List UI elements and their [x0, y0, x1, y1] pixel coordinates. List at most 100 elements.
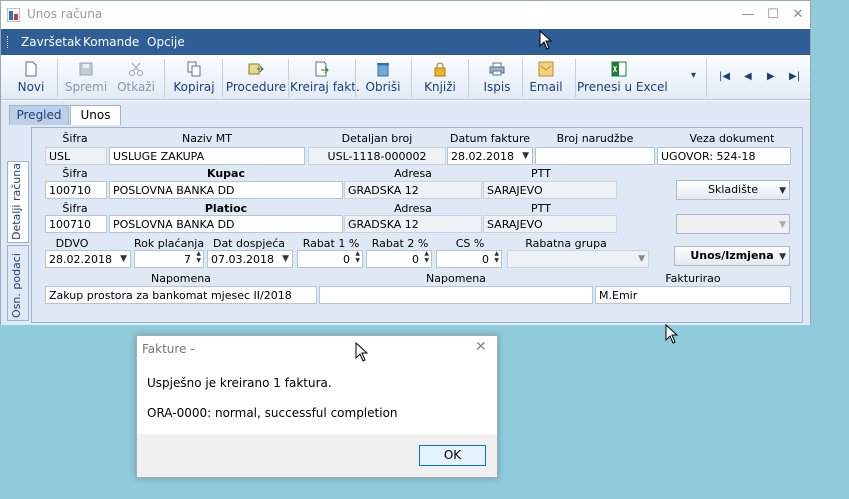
main-window: Unos računa — ☐ ✕ Završetak Komande Opci…	[0, 0, 811, 325]
platioc-adresa-label: Adresa	[394, 202, 432, 215]
mouse-cursor-icon	[539, 30, 553, 50]
previous-record-button[interactable]: ◀	[744, 71, 752, 82]
dropdown-arrow-icon[interactable]: ▼	[282, 252, 289, 267]
detaljan-broj-field[interactable]: USL-1118-000002	[308, 147, 446, 165]
mouse-cursor-icon	[355, 342, 369, 362]
export-excel-button[interactable]: Prenesi u Excel	[577, 59, 668, 97]
email-button[interactable]: Email	[526, 59, 566, 97]
create-invoice-icon	[315, 61, 329, 77]
menu-komande[interactable]: Komande	[83, 35, 139, 49]
rabatna-grupa-label: Rabatna grupa	[525, 237, 607, 250]
sifra-mt-field[interactable]: USL	[45, 147, 107, 165]
kupac-ptt-field[interactable]: SARAJEVO	[483, 181, 617, 199]
tab-detalji-racuna[interactable]: Detalji računa	[7, 161, 29, 243]
title-bar[interactable]: Unos računa — ☐ ✕	[1, 1, 810, 29]
ddvo-field[interactable]: 28.02.2018 ▼	[45, 250, 131, 268]
tab-osn-podaci[interactable]: Osn. podaci	[7, 245, 29, 321]
datum-fakture-field[interactable]: 28.02.2018 ▼	[447, 147, 533, 165]
cancel-button[interactable]: Otkaži	[113, 59, 159, 97]
dialog-close-button[interactable]: ✕	[475, 339, 487, 355]
kupac-adresa-label: Adresa	[394, 167, 432, 180]
toolbar-overflow-button[interactable]: ▾	[691, 70, 696, 81]
dat-dospjeca-field[interactable]: 07.03.2018 ▼	[207, 250, 293, 268]
broj-narudzbe-label: Broj narudžbe	[556, 132, 634, 145]
minimize-button[interactable]: —	[736, 5, 760, 25]
toolbar: Novi Spremi Otkaži Kopiraj Procedure Kre…	[1, 56, 810, 100]
skladiste-dropdown[interactable]: Skladište ▼	[676, 180, 790, 200]
new-button[interactable]: Novi	[11, 59, 51, 97]
platioc-ptt-field[interactable]: SARAJEVO	[483, 215, 617, 233]
copy-button[interactable]: Kopiraj	[171, 59, 217, 97]
rok-placanja-stepper[interactable]: 7 ▲ ▼	[134, 250, 204, 268]
dialog-button-area: OK	[137, 434, 497, 477]
toolbar-separator	[522, 59, 523, 97]
kupac-title: Kupac	[207, 167, 245, 180]
last-record-button[interactable]: ▶|	[789, 71, 800, 82]
next-record-button[interactable]: ▶	[767, 71, 775, 82]
first-record-button[interactable]: |◀	[719, 71, 730, 82]
tab-unos[interactable]: Unos	[70, 105, 121, 125]
spin-arrows-icon[interactable]: ▲ ▼	[196, 251, 201, 264]
platioc-title: Platioc	[204, 202, 248, 215]
toolbar-separator	[222, 59, 223, 97]
toolbar-separator	[706, 59, 707, 97]
platioc-adresa-field[interactable]: GRADSKA 12	[344, 215, 482, 233]
spin-arrows-icon[interactable]: ▲ ▼	[355, 251, 360, 264]
spin-arrows-icon[interactable]: ▲ ▼	[494, 251, 499, 264]
procedure-button[interactable]: Procedure	[225, 59, 287, 97]
fakturirao-label: Fakturirao	[665, 272, 721, 285]
fakturirao-field[interactable]: M.Emir	[595, 286, 791, 304]
maximize-button[interactable]: ☐	[761, 5, 785, 25]
post-button[interactable]: Knjiži	[419, 59, 461, 97]
print-button[interactable]: Ispis	[477, 59, 517, 97]
toolbar-separator	[288, 59, 289, 97]
napomena2-label: Napomena	[426, 272, 486, 285]
spin-arrows-icon[interactable]: ▲ ▼	[424, 251, 429, 264]
ok-button[interactable]: OK	[419, 445, 486, 466]
naziv-mt-label: Naziv MT	[181, 132, 232, 145]
close-button[interactable]: ✕	[786, 5, 810, 25]
menu-zavrsetak[interactable]: Završetak	[21, 35, 81, 49]
detaljan-broj-label: Detaljan broj	[341, 132, 413, 145]
datum-fakture-label: Datum fakture	[449, 132, 531, 145]
disabled-dropdown[interactable]: ▼	[676, 214, 790, 234]
menu-grip	[7, 36, 10, 48]
napomena2-field[interactable]	[319, 286, 593, 304]
save-button[interactable]: Spremi	[63, 59, 109, 97]
dropdown-arrow-icon[interactable]: ▼	[638, 252, 645, 267]
rabat2-stepper[interactable]: 0 ▲ ▼	[366, 250, 432, 268]
toolbar-separator	[575, 59, 576, 97]
sifra-label: Šifra	[62, 132, 88, 145]
printer-icon	[489, 62, 505, 76]
save-icon	[79, 62, 93, 76]
kupac-naziv-field[interactable]: POSLOVNA BANKA DD	[109, 181, 343, 199]
platioc-sifra-field[interactable]: 100710	[45, 215, 107, 233]
broj-narudzbe-field[interactable]	[535, 147, 655, 165]
platioc-naziv-field[interactable]: POSLOVNA BANKA DD	[109, 215, 343, 233]
ddvo-label: DDVO	[55, 237, 89, 250]
dropdown-arrow-icon: ▼	[779, 220, 786, 230]
naziv-mt-field[interactable]: USLUGE ZAKUPA	[109, 147, 305, 165]
dialog-title: Fakture -	[142, 342, 195, 356]
menu-opcije[interactable]: Opcije	[147, 35, 185, 49]
dialog-message: Uspješno je kreirano 1 faktura.	[147, 376, 332, 390]
dropdown-arrow-icon[interactable]: ▼	[120, 252, 127, 267]
kupac-sifra-label: Šifra	[62, 167, 88, 180]
rabat1-label: Rabat 1 %	[302, 237, 360, 250]
platioc-sifra-label: Šifra	[62, 202, 88, 215]
delete-button[interactable]: Obriši	[361, 59, 405, 97]
rabat1-stepper[interactable]: 0 ▲ ▼	[297, 250, 363, 268]
kupac-sifra-field[interactable]: 100710	[45, 181, 107, 199]
kupac-adresa-field[interactable]: GRADSKA 12	[344, 181, 482, 199]
create-invoice-button[interactable]: Kreiraj fakt.	[290, 59, 360, 97]
mouse-cursor-icon	[665, 324, 679, 344]
tab-pregled[interactable]: Pregled	[9, 105, 69, 125]
app-icon	[7, 8, 20, 22]
unos-izmjena-button[interactable]: Unos/Izmjena ▼	[674, 246, 790, 266]
napomena1-field[interactable]: Zakup prostora za bankomat mjesec II/201…	[45, 286, 317, 304]
veza-dokument-field[interactable]: UGOVOR: 524-18	[657, 147, 791, 165]
dropdown-arrow-icon[interactable]: ▼	[522, 149, 529, 164]
copy-icon	[187, 61, 201, 77]
cs-stepper[interactable]: 0 ▲ ▼	[436, 250, 502, 268]
rabatna-grupa-dropdown[interactable]: ▼	[507, 250, 649, 268]
